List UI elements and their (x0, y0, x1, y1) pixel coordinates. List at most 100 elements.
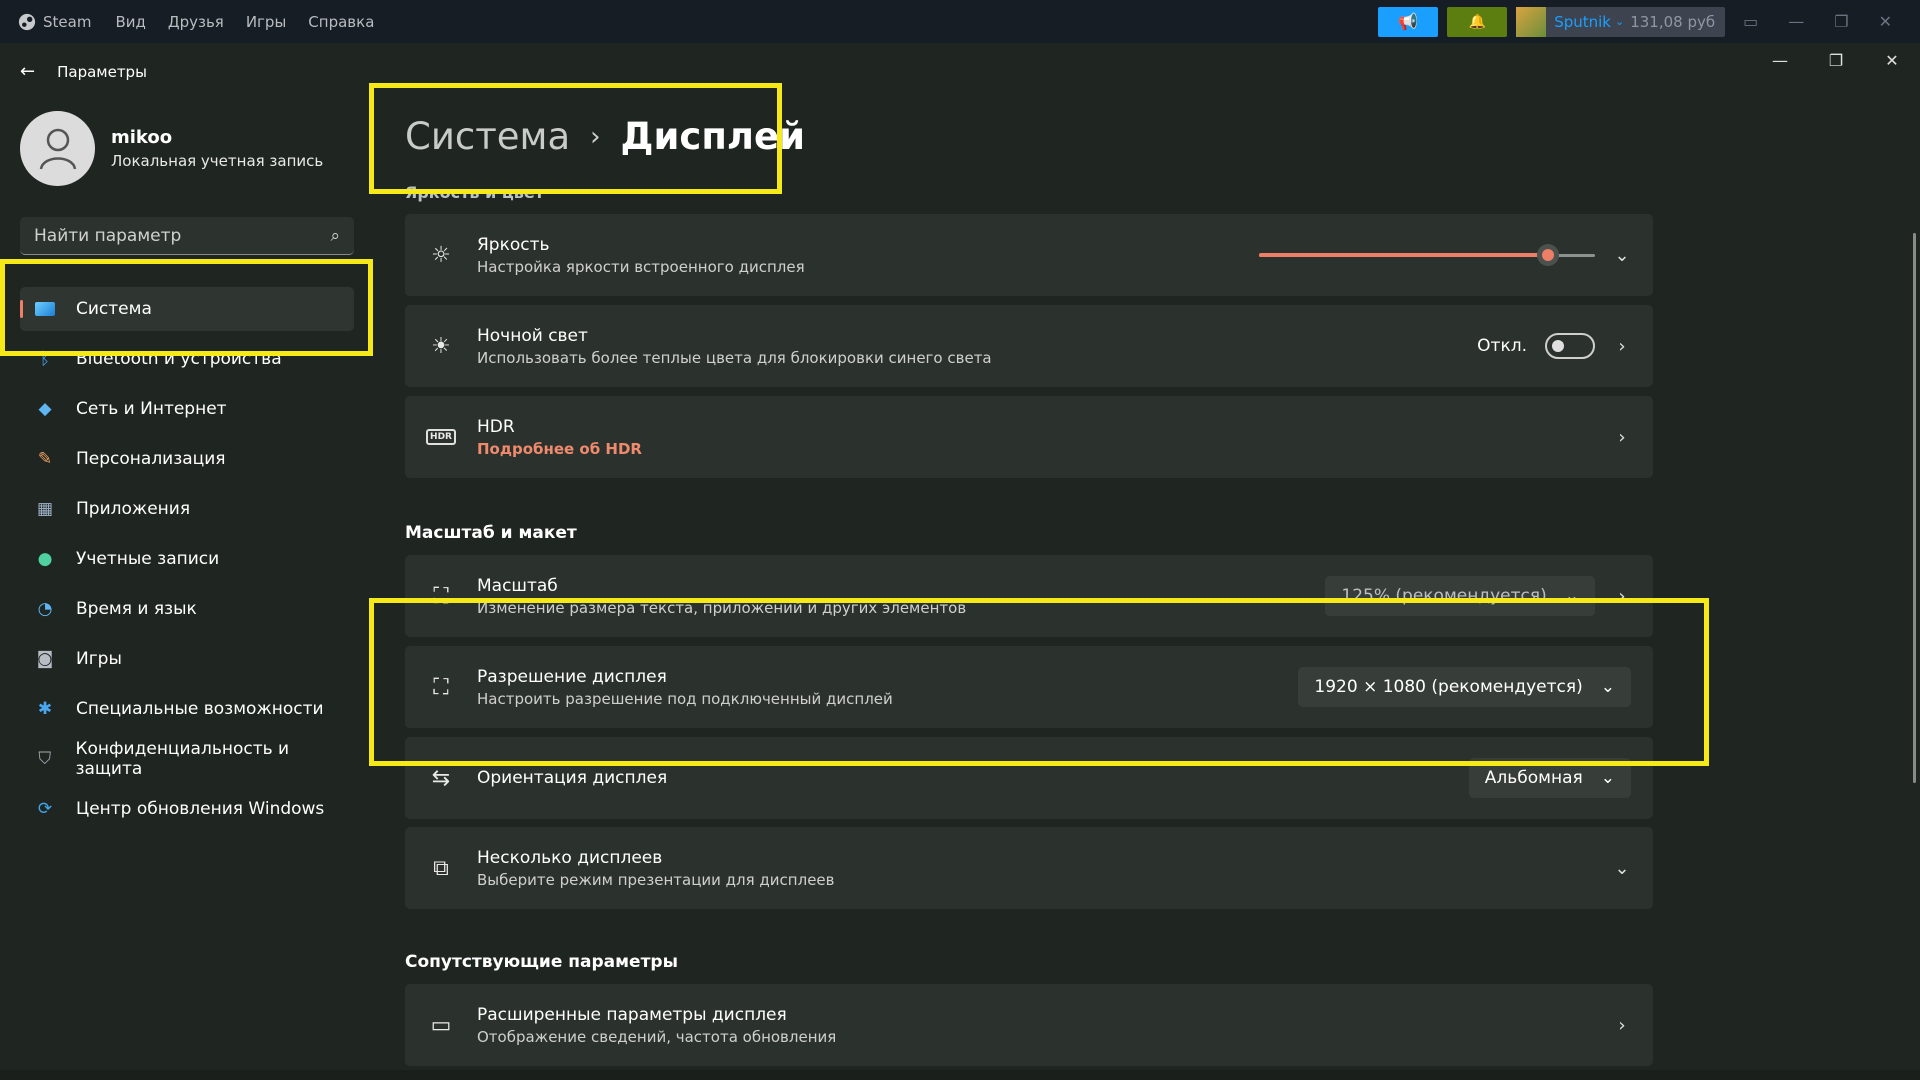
multiple-displays-title: Несколько дисплеев (477, 847, 663, 868)
chevron-down-icon: ⌄ (1564, 586, 1579, 606)
profile-name: mikoo (111, 127, 173, 148)
section-related: Сопутствующие параметры (405, 952, 678, 972)
steam-brand: Steam (43, 12, 92, 31)
multiple-displays-subtitle: Выберите режим презентации для дисплеев (477, 870, 835, 889)
scale-dropdown[interactable]: 125% (рекомендуется) ⌄ (1325, 576, 1595, 616)
scale-icon: ⛶ (433, 583, 449, 609)
night-light-state: Откл. (1477, 336, 1527, 356)
sidebar-item-accessibility[interactable]: ✱ Специальные возможности (20, 687, 354, 731)
resolution-title: Разрешение дисплея (477, 666, 667, 687)
chevron-right-icon: › (590, 121, 601, 152)
night-light-card[interactable]: ☀ Ночной свет Использовать более теплые … (405, 305, 1653, 387)
sidebar-item-label: Время и язык (76, 599, 197, 619)
search-placeholder: Найти параметр (34, 225, 182, 246)
sidebar-item-personalization[interactable]: ✎ Персонализация (20, 437, 354, 481)
hdr-learn-more-link[interactable]: Подробнее об HDR (477, 440, 1613, 458)
back-arrow-icon[interactable]: ← (20, 61, 35, 82)
night-light-title: Ночной свет (477, 325, 588, 346)
close-icon[interactable]: ✕ (1879, 12, 1892, 31)
steam-menu-friends[interactable]: Друзья (168, 13, 224, 31)
slider-thumb[interactable] (1536, 244, 1559, 266)
minimize-icon[interactable]: — (1788, 12, 1804, 31)
orientation-dropdown[interactable]: Альбомная ⌄ (1468, 758, 1631, 798)
bluetooth-icon: ᛒ (39, 349, 51, 369)
search-input[interactable]: Найти параметр ⌕ (20, 217, 354, 255)
sidebar-item-gaming[interactable]: ◙ Игры (20, 637, 354, 681)
sidebar-item-system[interactable]: Система (20, 287, 354, 331)
scale-value: 125% (рекомендуется) (1341, 586, 1547, 606)
announcement-button[interactable]: 📢 (1378, 6, 1439, 37)
steam-menu-games[interactable]: Игры (246, 13, 286, 31)
steam-account-menu[interactable]: Sputnik ⌄ 131,08 руб (1516, 6, 1726, 37)
profile-account-type: Локальная учетная запись (111, 152, 324, 170)
sidebar-item-accounts[interactable]: ● Учетные записи (20, 537, 354, 581)
avatar (20, 111, 95, 186)
night-light-icon: ☀ (431, 333, 451, 359)
section-scale-layout: Масштаб и макет (405, 523, 577, 543)
advanced-display-subtitle: Отображение сведений, частота обновления (477, 1027, 837, 1046)
sidebar-item-time-language[interactable]: ◔ Время и язык (20, 587, 354, 631)
notifications-button[interactable]: 🔔 (1447, 6, 1508, 37)
megaphone-icon: 📢 (1398, 12, 1419, 31)
multiple-displays-card[interactable]: ⧉ Несколько дисплеев Выберите режим през… (405, 827, 1653, 909)
breadcrumb-parent[interactable]: Система (405, 115, 570, 158)
big-picture-icon[interactable]: ▭ (1743, 12, 1758, 31)
brightness-title: Яркость (477, 234, 550, 255)
display-icon: ▭ (430, 1012, 452, 1038)
orientation-card: ⇆ Ориентация дисплея Альбомная ⌄ (405, 737, 1653, 819)
sidebar-item-bluetooth[interactable]: ᛒ Bluetooth и устройства (20, 337, 354, 381)
window-title: Параметры (57, 62, 147, 81)
sidebar-item-windows-update[interactable]: ⟳ Центр обновления Windows (20, 787, 354, 831)
resolution-card: ⛶ Разрешение дисплея Настроить разрешени… (405, 646, 1653, 728)
hdr-card[interactable]: HDR HDR Подробнее об HDR › (405, 396, 1653, 478)
close-button[interactable]: ✕ (1864, 43, 1920, 77)
steam-icon (18, 13, 36, 30)
steam-menu-help[interactable]: Справка (308, 13, 374, 31)
minimize-button[interactable]: — (1752, 43, 1808, 77)
multiple-displays-icon: ⧉ (433, 855, 449, 881)
slider-fill (1259, 253, 1548, 257)
bell-icon: 🔔 (1468, 13, 1486, 30)
chevron-down-icon: ⌄ (1600, 677, 1615, 697)
chevron-down-icon[interactable]: ⌄ (1613, 858, 1631, 879)
chevron-down-icon[interactable]: ⌄ (1613, 245, 1631, 266)
scale-subtitle: Изменение размера текста, приложений и д… (477, 598, 967, 617)
chevron-right-icon: › (1618, 1014, 1626, 1036)
sidebar-item-label: Приложения (76, 499, 191, 519)
advanced-display-title: Расширенные параметры дисплея (477, 1004, 787, 1025)
orientation-icon: ⇆ (431, 765, 451, 791)
sidebar-nav: Система ᛒ Bluetooth и устройства ◆ Сеть … (20, 287, 354, 837)
user-profile[interactable]: mikoo Локальная учетная запись (20, 111, 323, 186)
orientation-value: Альбомная (1484, 768, 1583, 788)
scrollbar[interactable] (1913, 233, 1916, 783)
restore-icon[interactable]: ❐ (1834, 12, 1848, 31)
update-icon: ⟳ (37, 799, 53, 819)
night-light-toggle[interactable] (1545, 333, 1595, 359)
person-icon: ● (37, 549, 53, 569)
sidebar-item-label: Конфиденциальность и защита (75, 739, 290, 779)
sidebar-item-network[interactable]: ◆ Сеть и Интернет (20, 387, 354, 431)
sidebar-item-privacy[interactable]: ⛉ Конфиденциальность и защита (20, 737, 354, 781)
accessibility-icon: ✱ (37, 699, 53, 719)
brush-icon: ✎ (37, 449, 53, 469)
steam-menu-view[interactable]: Вид (115, 13, 145, 31)
wifi-icon: ◆ (38, 399, 52, 419)
taskbar (0, 1070, 1920, 1080)
apps-icon: ▦ (36, 499, 54, 519)
sidebar-item-label: Специальные возможности (76, 699, 324, 719)
maximize-button[interactable]: ❐ (1808, 43, 1864, 77)
night-light-subtitle: Использовать более теплые цвета для блок… (477, 348, 992, 367)
scale-card[interactable]: ⛶ Масштаб Изменение размера текста, прил… (405, 555, 1653, 637)
section-brightness-color: Яркость и цвет (405, 183, 544, 202)
resolution-dropdown[interactable]: 1920 × 1080 (рекомендуется) ⌄ (1298, 667, 1631, 707)
scale-title: Масштаб (477, 575, 558, 596)
sidebar-item-apps[interactable]: ▦ Приложения (20, 487, 354, 531)
brightness-card: ☼ Яркость Настройка яркости встроенного … (405, 214, 1653, 296)
brightness-slider[interactable] (1259, 244, 1595, 266)
resolution-subtitle: Настроить разрешение под подключенный ди… (477, 689, 893, 708)
resolution-icon: ⛶ (433, 674, 449, 700)
hdr-icon: HDR (426, 429, 456, 445)
advanced-display-card[interactable]: ▭ Расширенные параметры дисплея Отображе… (405, 984, 1653, 1066)
steam-logo[interactable]: Steam (18, 13, 91, 31)
hdr-title: HDR (477, 416, 515, 437)
